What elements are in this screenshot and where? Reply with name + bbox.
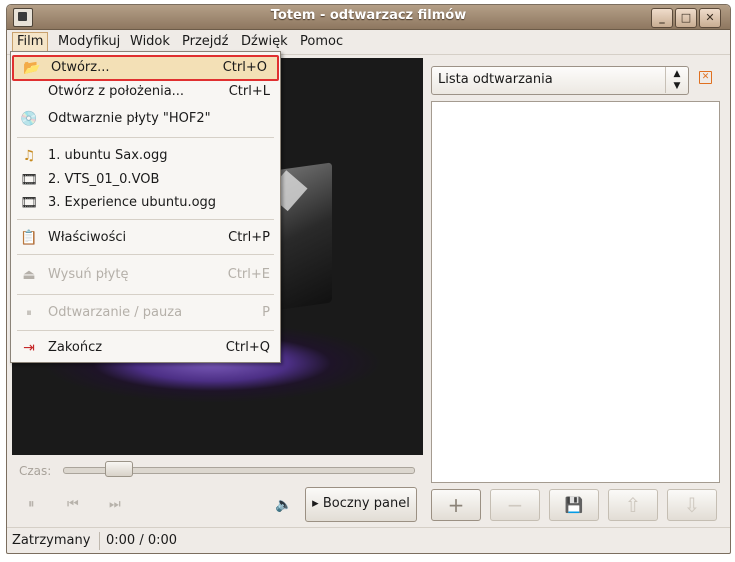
menu-item-recent-3-label: 3. Experience ubuntu.ogg: [48, 195, 217, 210]
menu-item-open-accel: Ctrl+O: [222, 60, 267, 75]
side-panel-label: Boczny panel: [322, 496, 410, 511]
menu-item-eject[interactable]: ⏏ Wysuń płytę Ctrl+E: [11, 264, 280, 286]
menu-item-recent-3[interactable]: 🎞 3. Experience ubuntu.ogg: [11, 192, 280, 214]
triangle-right-icon: ▸: [312, 496, 319, 511]
status-time: 0:00 / 0:00: [106, 533, 178, 548]
menu-separator: [17, 137, 274, 138]
menu-item-recent-1[interactable]: ♫ 1. ubuntu Sax.ogg: [11, 145, 280, 167]
status-bar: Zatrzymany 0:00 / 0:00: [7, 527, 730, 553]
menu-separator: [17, 254, 274, 255]
menu-item-recent-2-label: 2. VTS_01_0.VOB: [48, 172, 160, 187]
seek-slider-thumb[interactable]: [105, 461, 134, 477]
menu-modyfikuj[interactable]: Modyfikuj: [54, 33, 124, 51]
menu-item-open-location-label: Otwórz z położenia...: [48, 84, 185, 99]
folder-open-icon: 📂: [23, 60, 41, 76]
menu-item-play-pause[interactable]: ⏸ Odtwarzanie / pauza P: [11, 302, 280, 324]
music-note-icon: ♫: [22, 148, 36, 164]
menu-separator: [17, 294, 274, 295]
playlist-combo-value: Lista odtwarzania: [438, 72, 553, 87]
menu-item-play-disc[interactable]: 💿 Odtwarznie płyty "HOF2": [11, 108, 280, 130]
maximize-button[interactable]: □: [675, 8, 697, 28]
close-button[interactable]: ✕: [699, 8, 721, 28]
menu-item-open-location[interactable]: Otwórz z położenia... Ctrl+L: [11, 81, 280, 103]
menu-item-recent-2[interactable]: 🎞 2. VTS_01_0.VOB: [11, 169, 280, 191]
title-bar: Totem - odtwarzacz filmów _ □ ✕: [7, 5, 730, 30]
menu-item-open-location-accel: Ctrl+L: [228, 84, 270, 99]
menu-item-eject-accel: Ctrl+E: [227, 267, 270, 282]
close-panel-icon[interactable]: ✕: [699, 71, 712, 84]
eject-icon: ⏏: [22, 267, 36, 283]
menu-item-properties-accel: Ctrl+P: [228, 230, 270, 245]
updown-arrow-icon: ▲ ▼: [665, 67, 688, 93]
previous-button[interactable]: ⏮: [67, 497, 79, 512]
quit-icon: ⇥: [23, 340, 35, 356]
window-title: Totem - odtwarzacz filmów: [270, 8, 467, 23]
menu-dzwiek[interactable]: Dźwięk: [237, 33, 292, 51]
menu-separator: [17, 330, 274, 331]
menu-item-quit[interactable]: ⇥ Zakończ Ctrl+Q: [11, 337, 280, 359]
film-menu: 📂 Otwórz... Ctrl+O Otwórz z położenia...…: [10, 51, 281, 363]
menu-item-play-pause-label: Odtwarzanie / pauza: [48, 305, 183, 320]
menu-film[interactable]: Film: [12, 32, 49, 52]
menu-item-properties-label: Właściwości: [48, 230, 127, 245]
menu-item-open[interactable]: 📂 Otwórz... Ctrl+O: [12, 55, 279, 81]
remove-button[interactable]: −: [490, 489, 540, 521]
side-panel-button[interactable]: ▸ Boczny panel: [305, 487, 417, 522]
minimize-button[interactable]: _: [651, 8, 673, 28]
menu-item-play-pause-accel: P: [262, 305, 270, 320]
film-reel-icon: 🎞: [20, 195, 38, 211]
volume-icon[interactable]: 🔈: [275, 497, 292, 513]
menu-item-quit-accel: Ctrl+Q: [225, 340, 270, 355]
menu-item-play-disc-label: Odtwarznie płyty "HOF2": [48, 111, 211, 126]
menu-widok[interactable]: Widok: [126, 33, 174, 51]
status-state: Zatrzymany: [12, 533, 91, 548]
move-down-button[interactable]: ⇩: [667, 489, 717, 521]
pane-divider[interactable]: [427, 58, 429, 528]
add-button[interactable]: +: [431, 489, 481, 521]
move-up-button[interactable]: ⇧: [608, 489, 658, 521]
dvd-disc-icon: 💿: [20, 111, 38, 127]
status-separator: [99, 532, 100, 550]
playlist-list[interactable]: [431, 101, 720, 483]
menu-item-recent-1-label: 1. ubuntu Sax.ogg: [48, 148, 168, 163]
menu-item-quit-label: Zakończ: [48, 340, 103, 355]
menu-item-open-label: Otwórz...: [51, 60, 110, 75]
pause-icon: ⏸: [26, 306, 32, 319]
menu-item-properties[interactable]: 📋 Właściwości Ctrl+P: [11, 227, 280, 249]
menu-pomoc[interactable]: Pomoc: [296, 33, 347, 51]
menu-przejdz[interactable]: Przejdź: [178, 33, 232, 51]
next-button[interactable]: ⏭: [109, 497, 121, 512]
menu-separator: [17, 219, 274, 220]
seek-label: Czas:: [19, 464, 52, 478]
menu-item-eject-label: Wysuń płytę: [48, 267, 129, 282]
film-reel-icon: 🎞: [20, 172, 38, 188]
pause-button[interactable]: ⏸: [28, 497, 35, 512]
playlist-combo[interactable]: Lista odtwarzania ▲ ▼: [431, 66, 689, 95]
properties-icon: 📋: [20, 230, 38, 246]
save-button[interactable]: 💾: [549, 489, 599, 521]
